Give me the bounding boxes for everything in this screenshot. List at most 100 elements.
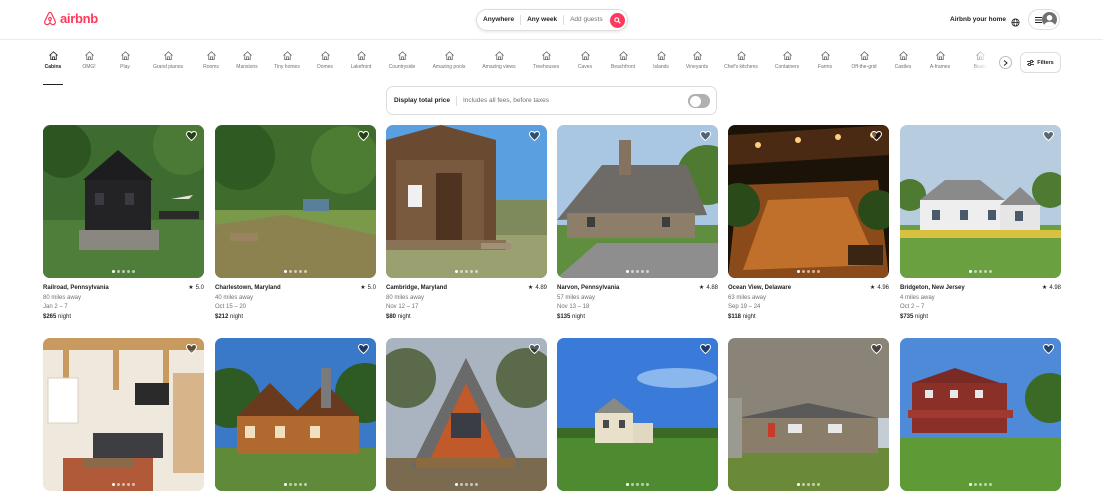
category-domes[interactable]: Domes: [315, 49, 335, 79]
listing-card[interactable]: Bridgeton, New Jersey ★ 4.98 4 miles away …: [900, 125, 1061, 322]
listing-price: $735 night: [900, 313, 1061, 323]
heart-icon[interactable]: [529, 344, 540, 354]
listing-photo[interactable]: [43, 125, 204, 278]
category-tiny-homes[interactable]: Tiny homes: [273, 49, 301, 79]
listing-info: Ocean View, Delaware ★ 4.96 63 miles away …: [728, 284, 889, 322]
category-vineyards[interactable]: Vineyards: [685, 49, 709, 79]
listing-photo[interactable]: [43, 338, 204, 491]
photo-dots: [900, 270, 1061, 273]
search-anywhere[interactable]: Anywhere: [477, 15, 522, 25]
display-total-price-note: Includes all fees, before taxes: [463, 97, 549, 104]
lakefront-icon: [355, 49, 367, 61]
category-label: Domes: [317, 64, 333, 70]
category-rooms[interactable]: Rooms: [201, 49, 221, 79]
listing-photo[interactable]: [557, 338, 718, 491]
listing-card[interactable]: [557, 338, 718, 491]
category-beachfront[interactable]: Beachfront: [609, 49, 637, 79]
airbnb-logo[interactable]: airbnb: [43, 11, 98, 26]
listing-photo[interactable]: [215, 338, 376, 491]
total-price-toggle[interactable]: [688, 94, 710, 108]
heart-icon[interactable]: [358, 131, 369, 141]
category-castles[interactable]: Castles: [893, 49, 913, 79]
toggle-knob: [689, 95, 701, 107]
listing-card[interactable]: Charlestown, Maryland ★ 5.0 40 miles away …: [215, 125, 376, 322]
listing-card[interactable]: [43, 338, 204, 491]
category-omg[interactable]: OMG!: [77, 49, 101, 79]
listing-photo[interactable]: [900, 125, 1061, 278]
listing-info: Railroad, Pennsylvania ★ 5.0 80 miles away…: [43, 284, 204, 322]
heart-icon[interactable]: [700, 131, 711, 141]
price-unit: night: [230, 313, 244, 320]
globe-icon[interactable]: [1011, 14, 1020, 32]
category-label: Grand pianos: [152, 64, 184, 70]
chef-hat-icon: [735, 49, 747, 61]
listing-photo[interactable]: [728, 338, 889, 491]
listing-card[interactable]: [900, 338, 1061, 491]
category-caves[interactable]: Caves: [575, 49, 595, 79]
listing-card[interactable]: [386, 338, 547, 491]
listing-rating: ★ 4.96: [870, 284, 889, 294]
photo-dots: [728, 270, 889, 273]
category-a-frames[interactable]: A-frames: [927, 49, 953, 79]
listing-rating: ★ 5.0: [188, 284, 204, 294]
category-farms[interactable]: Farms: [815, 49, 835, 79]
island-icon: [655, 49, 667, 61]
category-next-button[interactable]: [999, 56, 1012, 69]
category-lakefront[interactable]: Lakefront: [349, 49, 373, 79]
heart-icon[interactable]: [700, 344, 711, 354]
vineyard-icon: [691, 49, 703, 61]
heart-icon[interactable]: [186, 131, 197, 141]
heart-icon[interactable]: [1043, 131, 1054, 141]
listing-card[interactable]: Cambridge, Maryland ★ 4.89 80 miles away N…: [386, 125, 547, 322]
category-islands[interactable]: Islands: [651, 49, 671, 79]
listing-photo[interactable]: [900, 338, 1061, 491]
listing-dates: Oct 15 – 20: [215, 304, 247, 310]
listing-photo[interactable]: [386, 338, 547, 491]
user-menu-button[interactable]: [1028, 9, 1060, 30]
heart-icon[interactable]: [1043, 344, 1054, 354]
search-add-guests[interactable]: Add guests: [564, 15, 609, 25]
listing-photo[interactable]: [728, 125, 889, 278]
category-countryside[interactable]: Countryside: [387, 49, 417, 79]
category-label: Treehouses: [532, 64, 560, 70]
listing-photo[interactable]: [386, 125, 547, 278]
price-unit: night: [572, 313, 586, 320]
category-grand-pianos[interactable]: Grand pianos: [149, 49, 187, 79]
listing-card[interactable]: Railroad, Pennsylvania ★ 5.0 80 miles away…: [43, 125, 204, 322]
category-containers[interactable]: Containers: [773, 49, 801, 79]
heart-icon[interactable]: [871, 344, 882, 354]
listing-card[interactable]: Ocean View, Delaware ★ 4.96 63 miles away …: [728, 125, 889, 322]
listing-photo[interactable]: [215, 125, 376, 278]
search-any-week[interactable]: Any week: [521, 15, 565, 25]
listing-dates: Sep 19 – 24: [728, 304, 761, 310]
heart-icon[interactable]: [358, 344, 369, 354]
category-amazing-views[interactable]: Amazing views: [481, 49, 517, 79]
listing-price: $265 night: [43, 313, 204, 323]
listing-card[interactable]: Narvon, Pennsylvania ★ 4.88 57 miles away …: [557, 125, 718, 322]
category-off-the-grid[interactable]: Off-the-grid: [849, 49, 879, 79]
category-cabins[interactable]: Cabins: [43, 49, 63, 85]
category-treehouses[interactable]: Treehouses: [531, 49, 561, 79]
airbnb-your-home-link[interactable]: Airbnb your home: [950, 16, 1006, 23]
category-label: Mansions: [236, 64, 258, 70]
category-play[interactable]: Play: [115, 49, 135, 79]
listing-card[interactable]: [215, 338, 376, 491]
heart-icon[interactable]: [186, 344, 197, 354]
category-mansions[interactable]: Mansions: [235, 49, 259, 79]
listing-price: $80 night: [386, 313, 547, 323]
star-icon: ★: [1041, 285, 1048, 291]
category-chef-s-kitchens[interactable]: Chef's kitchens: [723, 49, 759, 79]
filters-button[interactable]: Filters: [1020, 52, 1061, 73]
listing-card[interactable]: [728, 338, 889, 491]
price-unit: night: [58, 313, 72, 320]
listing-photo[interactable]: [557, 125, 718, 278]
search-button[interactable]: [610, 13, 625, 28]
category-amazing-pools[interactable]: Amazing pools: [431, 49, 467, 79]
listing-location: Cambridge, Maryland: [386, 285, 448, 291]
category-label: Amazing pools: [432, 64, 466, 70]
heart-icon[interactable]: [529, 131, 540, 141]
heart-icon[interactable]: [871, 131, 882, 141]
category-label: A-frames: [929, 64, 951, 70]
listing-distance: 63 miles away: [728, 294, 767, 301]
search-bar[interactable]: Anywhere Any week Add guests: [476, 9, 628, 31]
